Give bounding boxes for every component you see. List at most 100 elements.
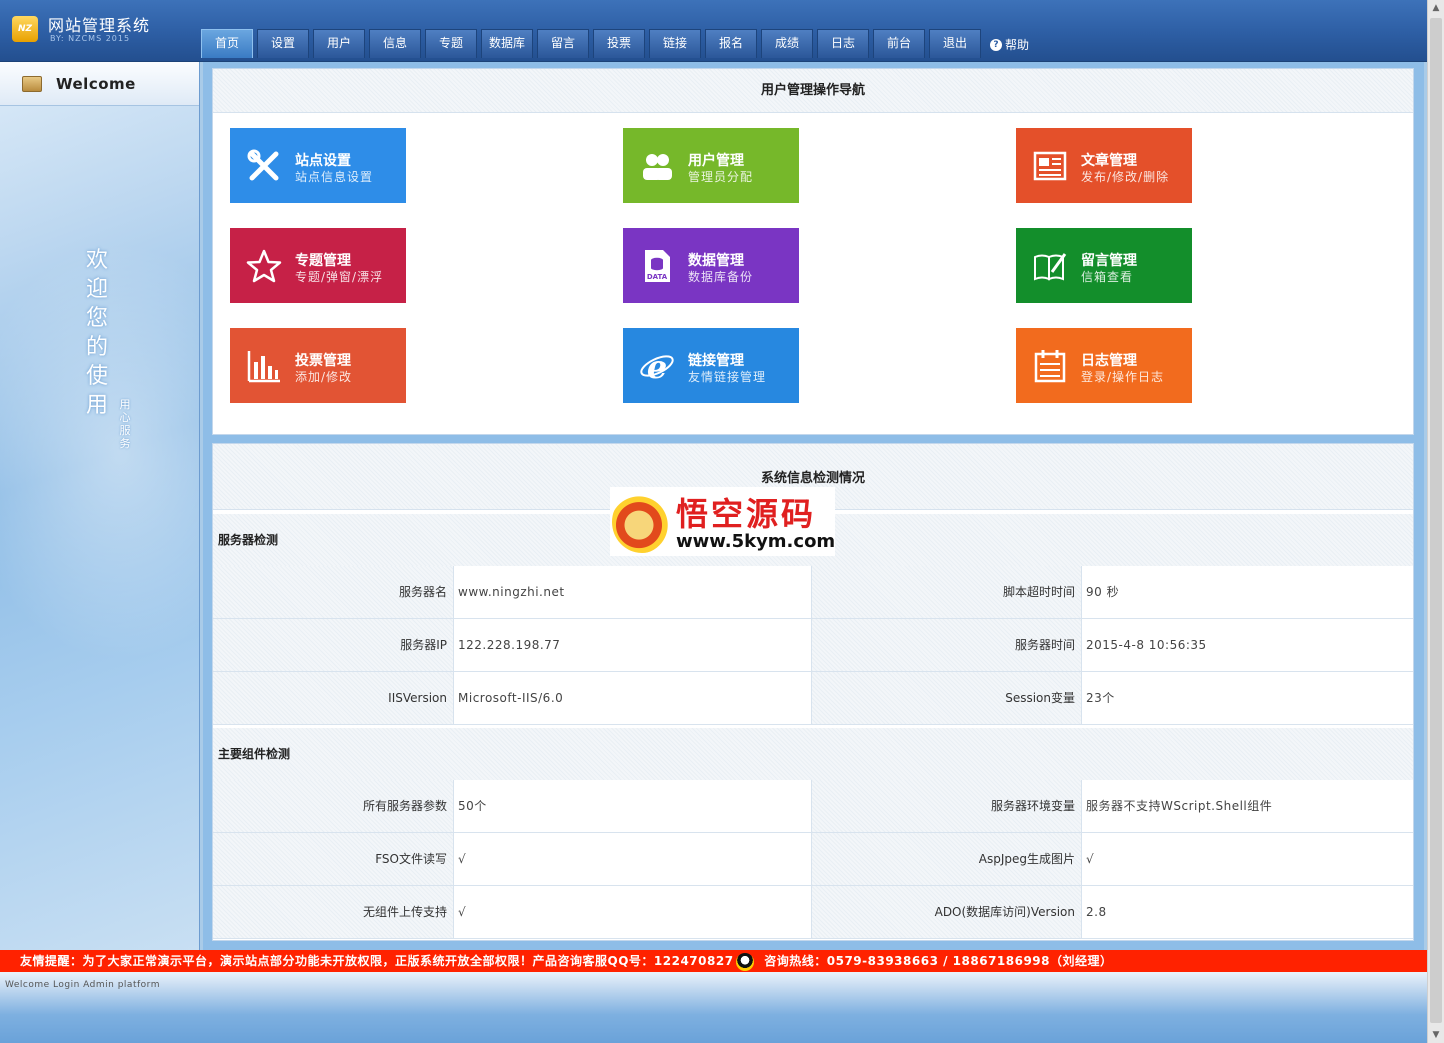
tile-subtitle: 数据库备份 [688,270,754,284]
tile-subtitle: 添加/修改 [295,370,353,384]
tile-title: 日志管理 [1081,353,1137,369]
welcome-label: Welcome [56,74,136,93]
users-icon [639,148,675,184]
tab-links[interactable]: 链接 [649,29,701,58]
site-title: 网站管理系统 [48,16,151,35]
vertical-scrollbar[interactable]: ▲ ▼ [1427,0,1444,1043]
tile-subtitle: 发布/修改/删除 [1081,170,1170,184]
info-value: √ [1082,833,1413,885]
tile-title: 链接管理 [688,353,744,369]
welcome-bar: Welcome [0,62,199,106]
tile-subtitle: 信箱查看 [1081,270,1134,284]
notice-text: 友情提醒：为了大家正常演示平台，演示站点部分功能未开放权限，正版系统开放全部权限… [20,954,734,968]
tile-title: 专题管理 [295,253,351,269]
site-subtitle: BY: NZCMS 2015 [50,34,131,43]
article-management-tile[interactable]: 文章管理 发布/修改/删除 [1016,128,1192,203]
tile-subtitle: 站点信息设置 [295,170,374,184]
help-label: 帮助 [1005,38,1030,52]
log-management-tile[interactable]: 日志管理 登录/操作日志 [1016,328,1192,403]
watermark-text: 悟空源码 [676,495,817,533]
operation-nav-panel: 用户管理操作导航 站点设置 站点信息设置 用户管理 管理员分配 文章管理 发布/修改/删除… [212,68,1414,435]
calendar-icon [1032,348,1068,384]
service-vertical-text: 用心服务 [119,398,131,450]
tab-frontend[interactable]: 前台 [873,29,925,58]
info-value: 23个 [1082,672,1413,724]
tab-logout[interactable]: 退出 [929,29,981,58]
tab-votes[interactable]: 投票 [593,29,645,58]
data-management-tile[interactable]: DATA 数据管理 数据库备份 [623,228,799,303]
tab-signup[interactable]: 报名 [705,29,757,58]
info-label: 无组件上传支持 [213,886,454,938]
info-value: √ [454,833,812,885]
watermark-logo: 悟空源码 www.5kym.com [610,487,835,556]
top-header: NZ 网站管理系统 BY: NZCMS 2015 首页 设置 用户 信息 专题 … [0,0,1427,62]
message-icon [1032,248,1068,284]
info-label: IISVersion [213,672,454,724]
main-nav: 首页 设置 用户 信息 专题 数据库 留言 投票 链接 报名 成绩 日志 前台 … [201,29,985,58]
info-row: 服务器IP 122.228.198.77 服务器时间 2015-4-8 10:56:3… [213,619,1413,672]
user-management-tile[interactable]: 用户管理 管理员分配 [623,128,799,203]
info-value: √ [454,886,812,938]
svg-text:e: e [647,348,667,384]
info-label: 服务器时间 [812,619,1082,671]
tile-subtitle: 管理员分配 [688,170,754,184]
section-header: 主要组件检测 [213,728,1413,780]
info-label: 服务器环境变量 [812,780,1082,832]
info-row: 所有服务器参数 50个 服务器环境变量 服务器不支持WScript.Shell组件 [213,780,1413,833]
tab-scores[interactable]: 成绩 [761,29,813,58]
info-value: 2.8 [1082,886,1413,938]
info-row: 服务器名 www.ningzhi.net 脚本超时时间 90 秒 [213,566,1413,619]
tab-settings[interactable]: 设置 [257,29,309,58]
info-value: www.ningzhi.net [454,566,812,618]
info-label: FSO文件读写 [213,833,454,885]
tile-title: 站点设置 [295,153,351,169]
info-value: 90 秒 [1082,566,1413,618]
welcome-vertical-text: 欢迎您的使用 [85,248,108,418]
tile-title: 投票管理 [295,353,351,369]
tile-title: 用户管理 [688,153,744,169]
info-label: 脚本超时时间 [812,566,1082,618]
sidebar: Welcome 欢迎您的使用 用心服务 [0,62,200,950]
notice-bar: 友情提醒：为了大家正常演示平台，演示站点部分功能未开放权限，正版系统开放全部权限… [0,950,1427,972]
info-value: 服务器不支持WScript.Shell组件 [1082,780,1413,832]
qq-icon[interactable] [735,952,754,971]
data-icon: DATA [639,248,675,284]
site-settings-tile[interactable]: 站点设置 站点信息设置 [230,128,406,203]
link-management-tile[interactable]: e 链接管理 友情链接管理 [623,328,799,403]
tile-title: 文章管理 [1081,153,1137,169]
tab-database[interactable]: 数据库 [481,29,533,58]
ie-icon: e [639,348,675,386]
tab-users[interactable]: 用户 [313,29,365,58]
tile-title: 留言管理 [1081,253,1137,269]
info-label: Session变量 [812,672,1082,724]
status-bar: Welcome Login Admin platform [0,972,1427,1043]
tools-icon [246,148,282,184]
info-label: 服务器IP [213,619,454,671]
tile-subtitle: 登录/操作日志 [1081,370,1165,384]
help-link[interactable]: ? 帮助 [990,36,1029,53]
topic-management-tile[interactable]: 专题管理 专题/弹窗/漂浮 [230,228,406,303]
tab-logs[interactable]: 日志 [817,29,869,58]
message-management-tile[interactable]: 留言管理 信箱查看 [1016,228,1192,303]
star-icon [246,248,282,284]
scroll-up-arrow-icon[interactable]: ▲ [1428,0,1444,16]
info-label: 所有服务器参数 [213,780,454,832]
vote-management-tile[interactable]: 投票管理 添加/修改 [230,328,406,403]
article-icon [1032,148,1068,184]
tab-topics[interactable]: 专题 [425,29,477,58]
scroll-down-arrow-icon[interactable]: ▼ [1428,1027,1444,1043]
monkey-icon [612,491,672,553]
info-label: 服务器名 [213,566,454,618]
info-value: 122.228.198.77 [454,619,812,671]
panel-title: 用户管理操作导航 [213,69,1413,113]
tab-info[interactable]: 信息 [369,29,421,58]
status-text: Welcome Login Admin platform [5,980,160,990]
tab-home[interactable]: 首页 [201,29,253,58]
info-label: ADO(数据库访问)Version [812,886,1082,938]
watermark-url: www.5kym.com [676,531,836,552]
logo: NZ [12,16,38,42]
tab-messages[interactable]: 留言 [537,29,589,58]
tile-title: 数据管理 [688,253,744,269]
info-row: FSO文件读写 √ AspJpeg生成图片 √ [213,833,1413,886]
scroll-thumb[interactable] [1430,18,1442,1023]
